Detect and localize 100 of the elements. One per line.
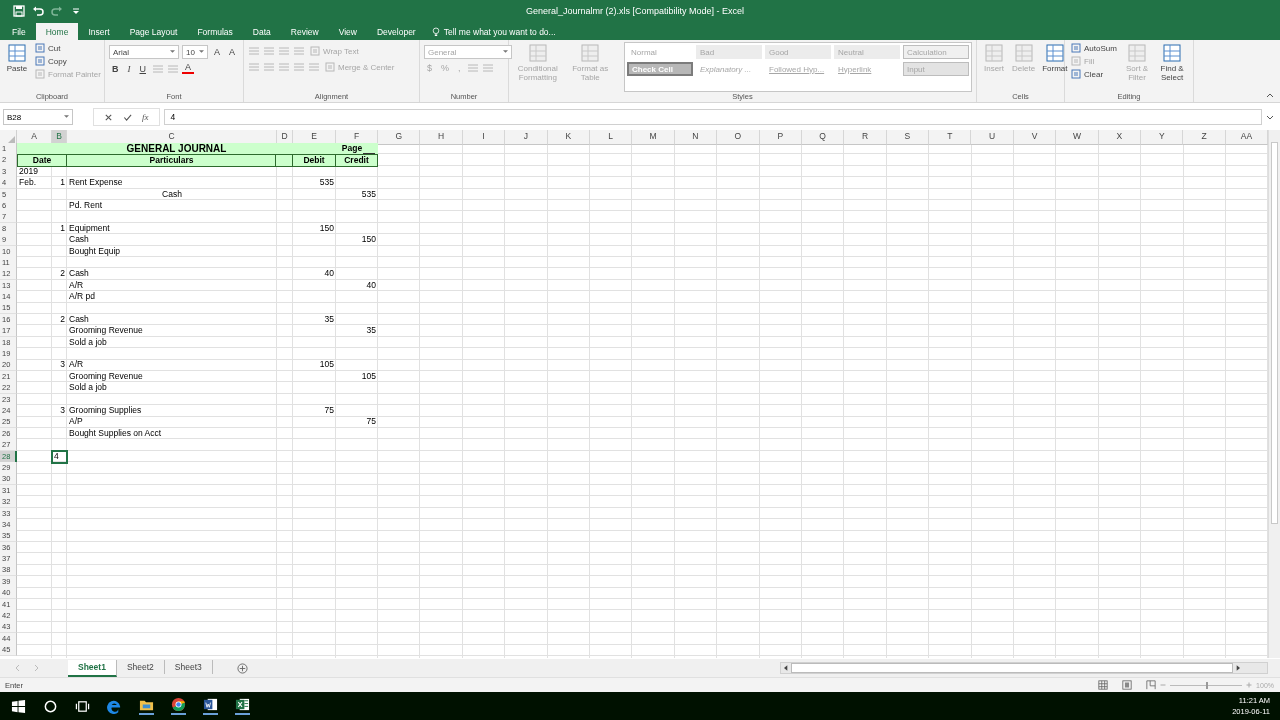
column-header[interactable]: AA <box>1225 130 1269 145</box>
column-header[interactable]: L <box>589 130 633 145</box>
table-cell-text: Sold a job <box>68 382 108 395</box>
column-header[interactable]: P <box>759 130 802 145</box>
column-header[interactable]: T <box>929 130 972 145</box>
text-style-button[interactable]: A <box>211 47 223 57</box>
horizontal-scrollbar[interactable] <box>780 662 1268 674</box>
table-cell-text: 40 <box>323 268 335 281</box>
ribbon-tab[interactable]: Insert <box>78 23 120 40</box>
table-cell-text: A/R <box>68 279 85 292</box>
ribbon-tab[interactable]: File <box>4 23 36 40</box>
table-cell-text: 40 <box>365 279 377 292</box>
next-sheet-icon[interactable] <box>34 664 40 672</box>
ribbon-button[interactable]: Clear <box>1069 68 1106 80</box>
insert-function-button[interactable]: fx <box>142 112 149 122</box>
column-header[interactable]: W <box>1056 130 1099 145</box>
column-header[interactable]: X <box>1098 130 1142 145</box>
ribbon-tab[interactable]: Review <box>280 23 329 40</box>
column-header[interactable]: V <box>1013 130 1057 145</box>
formula-field[interactable]: 4 <box>163 109 1262 125</box>
column-header[interactable]: J <box>505 130 548 145</box>
column-header[interactable]: Z <box>1183 130 1226 145</box>
column-header[interactable]: K <box>547 130 590 145</box>
vertical-scrollbar[interactable] <box>1268 130 1280 658</box>
expand-icon[interactable] <box>1266 114 1274 120</box>
ribbon-button[interactable]: Cut <box>33 42 63 54</box>
task-view-icon[interactable] <box>75 698 90 714</box>
sheet-tab[interactable]: Sheet2 <box>116 659 165 674</box>
browser-icon[interactable] <box>107 698 122 714</box>
table-cell-text: 535 <box>318 177 335 190</box>
scroll-left-icon[interactable] <box>782 664 790 672</box>
bold-button[interactable]: B <box>109 63 122 74</box>
table-cell-text: Cash <box>161 188 183 201</box>
search-icon[interactable] <box>43 698 58 714</box>
column-header[interactable]: S <box>886 130 930 145</box>
save-icon[interactable] <box>13 5 25 17</box>
table-cell-text: Rent Expense <box>68 177 124 190</box>
zoom-out-icon[interactable] <box>1160 682 1167 688</box>
scroll-right-icon[interactable] <box>1234 664 1242 672</box>
redo-icon[interactable] <box>51 5 63 17</box>
page-break-icon[interactable] <box>1146 680 1157 690</box>
font-color-button[interactable]: A <box>182 63 194 74</box>
start-icon[interactable] <box>11 698 26 714</box>
command-icon <box>310 46 320 56</box>
column-header[interactable]: U <box>971 130 1014 145</box>
ribbon-tab[interactable]: Data <box>242 23 281 40</box>
sheet-tab[interactable]: Sheet3 <box>164 659 213 674</box>
table-cell-text: 2 <box>59 313 66 326</box>
customize-caret-icon[interactable] <box>70 6 82 16</box>
normal-view-icon[interactable] <box>1098 680 1109 690</box>
column-header[interactable]: O <box>717 130 760 145</box>
page-layout-icon[interactable] <box>1122 680 1133 690</box>
previous-sheet-icon[interactable] <box>14 664 20 672</box>
dropdown-field[interactable]: 10 <box>182 45 208 59</box>
table-cell-text: 105 <box>318 359 335 372</box>
sheet-tab[interactable]: Sheet1 <box>68 659 117 677</box>
table-cell-text: A/R <box>68 359 85 372</box>
ribbon-button[interactable]: Paste <box>4 42 30 73</box>
column-header[interactable]: G <box>378 130 421 145</box>
chrome-icon[interactable] <box>171 697 186 715</box>
table-cell-text: 535 <box>360 188 377 201</box>
spreadsheet-app-icon[interactable] <box>235 697 250 715</box>
text-style-button[interactable]: A <box>226 47 239 57</box>
collapse-ribbon-icon[interactable] <box>1266 93 1274 98</box>
tell-me-search[interactable]: Tell me what you want to do... <box>425 23 556 40</box>
check-icon[interactable] <box>123 112 132 122</box>
command-icon <box>1071 69 1081 79</box>
command-icon <box>35 43 45 53</box>
table-cell-text: 1 <box>59 222 66 235</box>
ribbon-button[interactable]: Copy <box>33 55 69 67</box>
table-cell-text: 1 <box>59 177 66 190</box>
column-heading: Particulars <box>67 154 293 168</box>
word-app-icon[interactable] <box>203 697 218 715</box>
column-header[interactable]: M <box>632 130 675 145</box>
column-header[interactable]: I <box>462 130 506 145</box>
underline-button[interactable]: U <box>136 63 149 74</box>
column-header[interactable]: R <box>844 130 887 145</box>
dropdown-field[interactable]: Arial <box>109 45 179 59</box>
ribbon-tab[interactable]: View <box>328 23 367 40</box>
column-header[interactable]: H <box>420 130 463 145</box>
ribbon-tab[interactable]: Formulas <box>187 23 243 40</box>
name-box[interactable]: B28 <box>3 109 73 125</box>
add-sheet-icon[interactable] <box>236 662 248 674</box>
column-header[interactable]: Q <box>801 130 845 145</box>
italic-button[interactable]: I <box>124 63 134 74</box>
ribbon-tab[interactable]: Page Layout <box>119 23 188 40</box>
cancel-icon[interactable] <box>104 112 113 122</box>
ribbon-tab[interactable]: Developer <box>366 23 426 40</box>
zoom-in-icon[interactable] <box>1246 682 1253 688</box>
table-cell-text: 75 <box>323 405 335 417</box>
table-cell-text: 150 <box>318 222 335 235</box>
column-header[interactable]: C <box>67 130 277 145</box>
ribbon-button[interactable]: Find & Select <box>1155 42 1189 82</box>
ribbon-button[interactable]: Format <box>1040 42 1070 73</box>
ribbon-tab[interactable]: Home <box>35 23 79 40</box>
ribbon-button[interactable]: AutoSum <box>1069 42 1119 54</box>
command-icon <box>1071 56 1081 66</box>
column-header[interactable]: N <box>674 130 718 145</box>
undo-icon[interactable] <box>32 5 44 17</box>
column-header[interactable]: Y <box>1141 130 1184 145</box>
